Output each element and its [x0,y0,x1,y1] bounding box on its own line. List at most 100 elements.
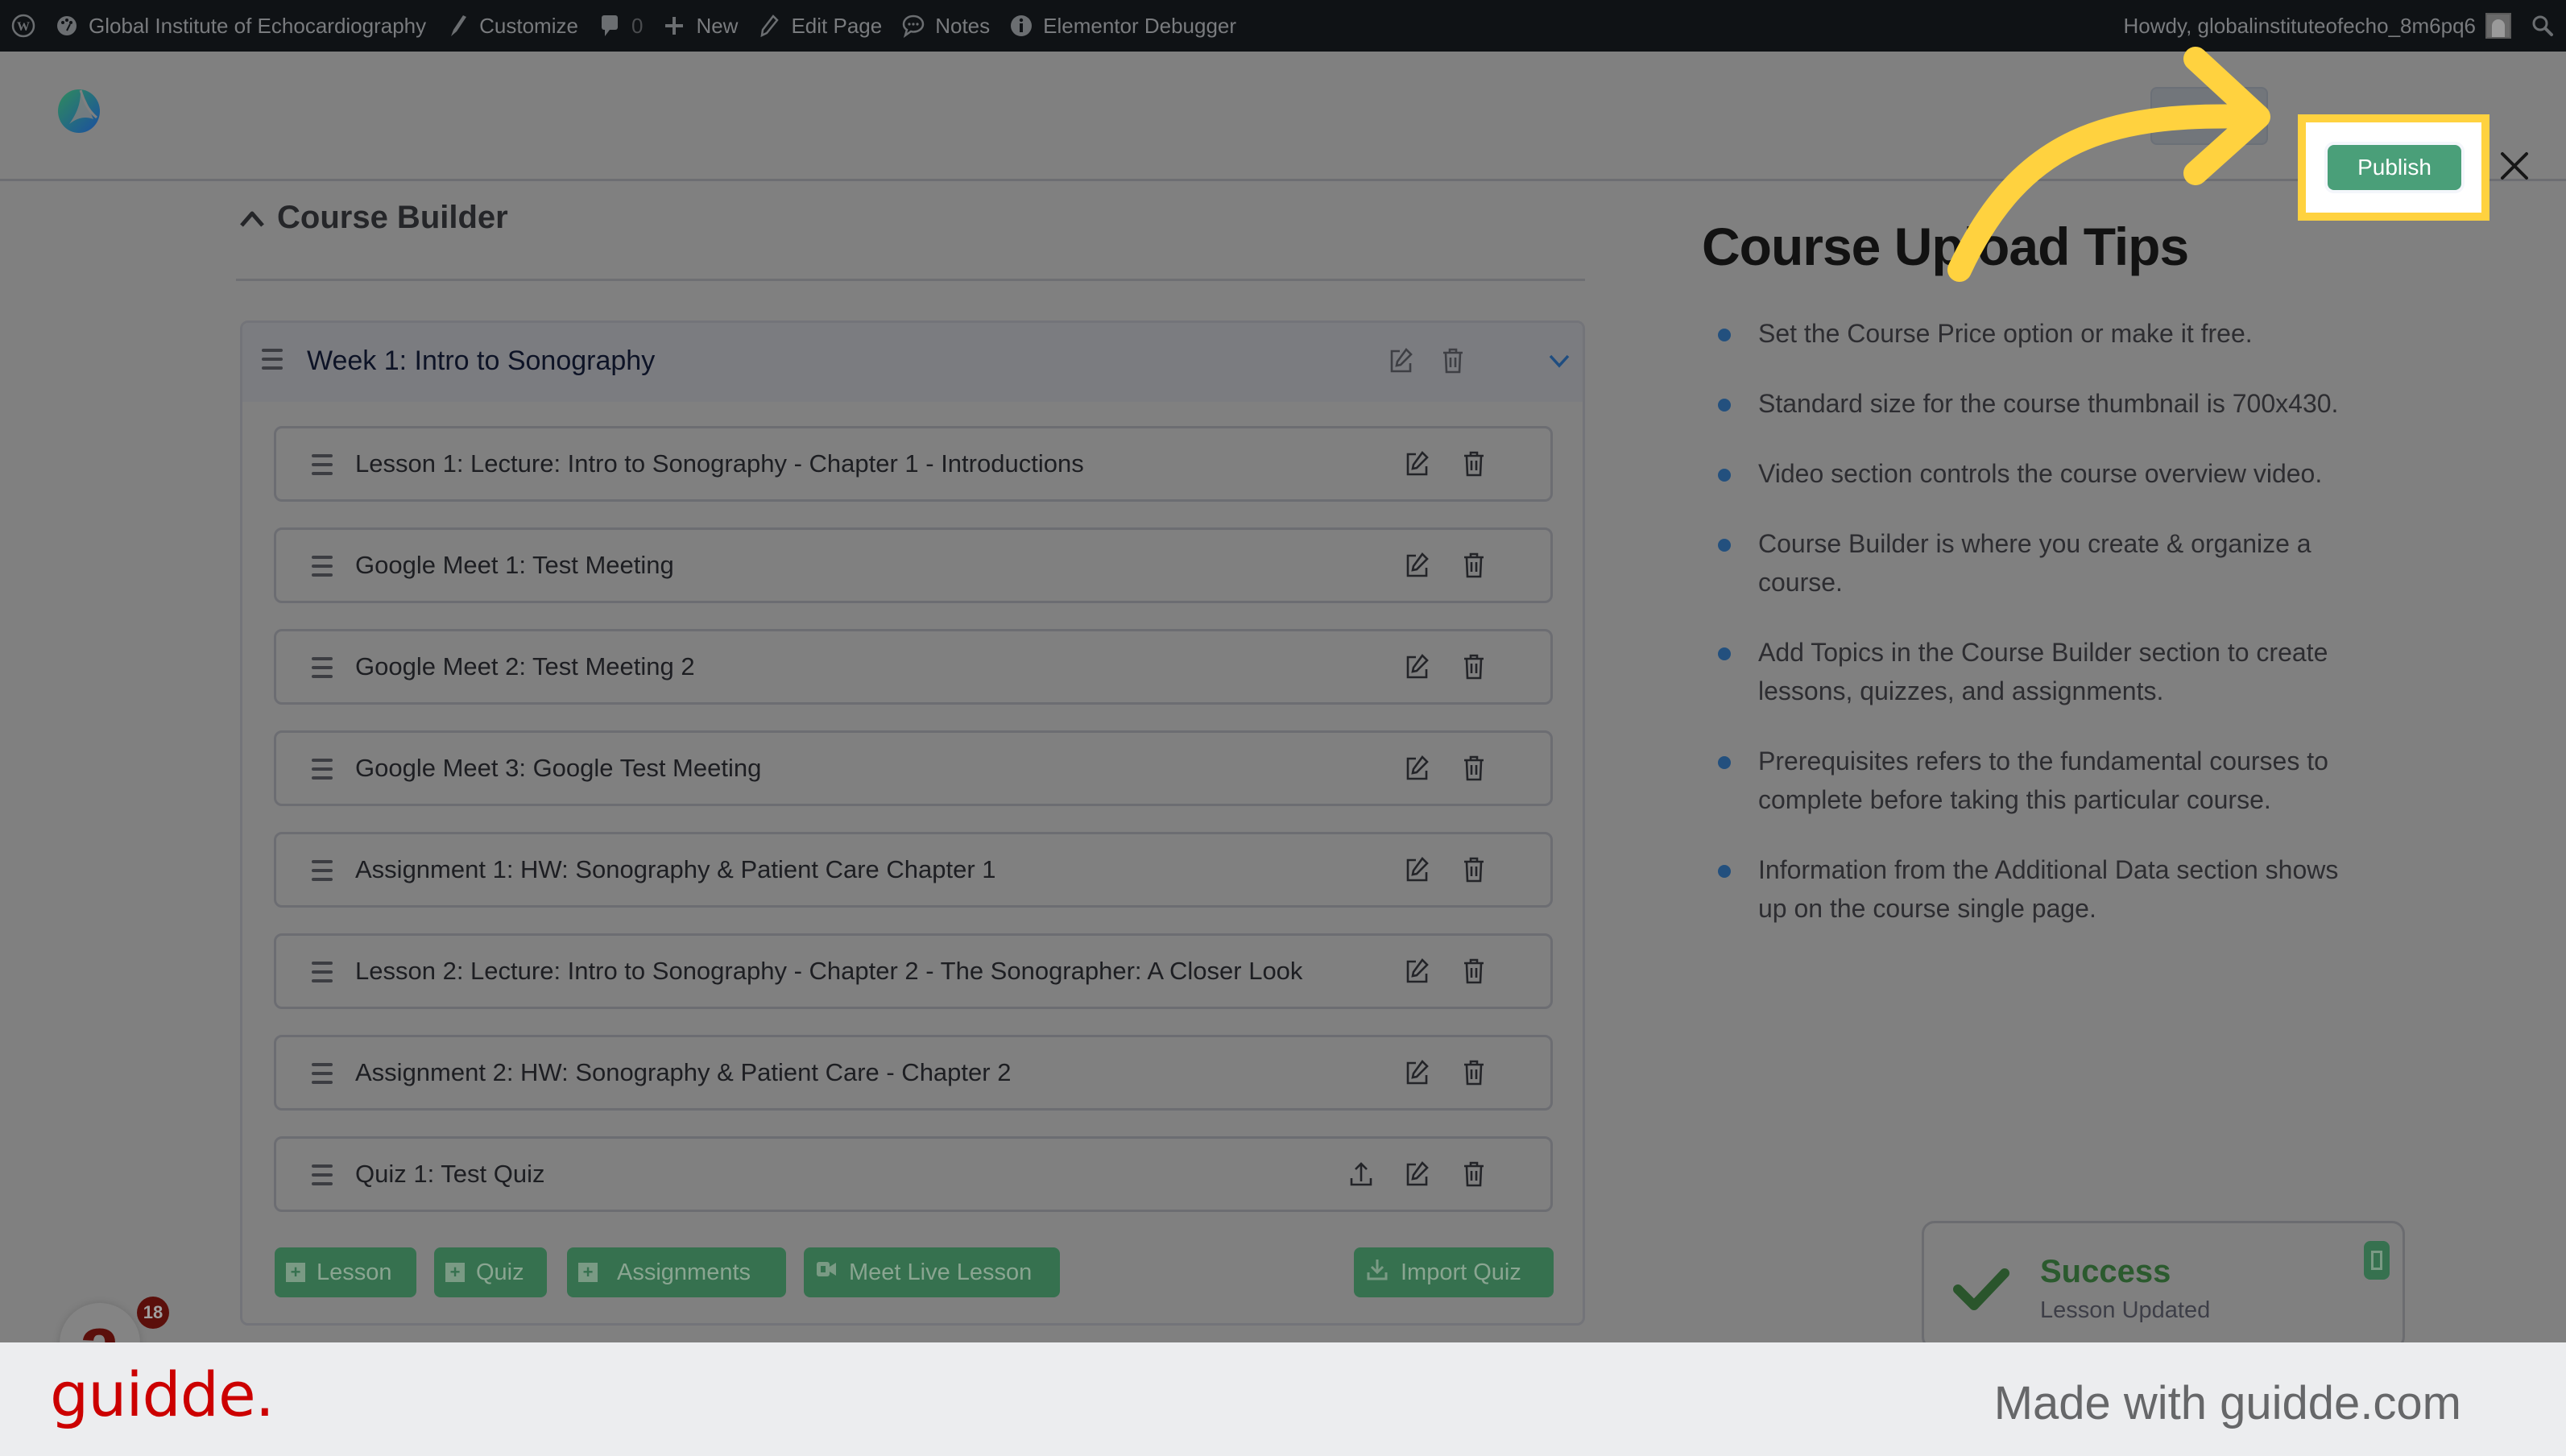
wp-admin-bar: W Global Institute of Echocardiography C… [0,0,2566,52]
delete-icon[interactable] [1460,755,1488,782]
import-quiz-label: Import Quiz [1401,1259,1521,1285]
content-item-row[interactable]: Lesson 1: Lecture: Intro to Sonography -… [274,426,1553,502]
content-item-row[interactable]: Google Meet 3: Google Test Meeting [274,730,1553,806]
info-icon [1009,14,1033,38]
content-item-row[interactable]: Google Meet 2: Test Meeting 2 [274,629,1553,705]
edit-icon[interactable] [1404,1059,1431,1086]
bullet-icon [1718,539,1731,552]
delete-icon[interactable] [1460,1059,1488,1086]
plus-icon: + [578,1262,598,1282]
elementor-debugger-link[interactable]: Elementor Debugger [999,0,1246,52]
drag-handle-icon[interactable] [262,349,283,370]
course-builder-toggle[interactable]: Course Builder [238,200,508,236]
edit-icon[interactable] [1404,856,1431,883]
add-meet-live-lesson-button[interactable]: Meet Live Lesson [804,1247,1060,1297]
my-account-menu[interactable]: Howdy, globalinstituteofecho_8m6pq6 [2114,0,2521,52]
page: W Global Institute of Echocardiography C… [0,0,2566,1456]
pencil-icon [757,14,781,38]
customize-link[interactable]: Customize [436,0,588,52]
delete-icon[interactable] [1460,856,1488,883]
bullet-icon [1718,865,1731,878]
drag-handle-icon[interactable] [312,1063,333,1084]
drag-handle-icon[interactable] [312,657,333,678]
edit-page-link[interactable]: Edit Page [747,0,892,52]
edit-icon[interactable] [1404,552,1431,579]
add-quiz-label: Quiz [476,1259,524,1285]
customize-label: Customize [479,13,578,38]
tip-item: Video section controls the course overvi… [1710,454,2370,493]
chevron-down-icon[interactable] [1546,347,1573,374]
tip-text: Video section controls the course overvi… [1758,459,2323,488]
tip-text: Course Builder is where you create & org… [1758,529,2311,597]
drag-handle-icon[interactable] [312,454,333,475]
close-button[interactable] [2497,147,2532,185]
export-icon[interactable] [1347,1160,1375,1188]
comment-icon [598,14,622,38]
bullet-icon [1718,469,1731,482]
drag-handle-icon[interactable] [312,759,333,780]
add-lesson-button[interactable]: + Lesson [275,1247,416,1297]
notes-link[interactable]: Notes [892,0,999,52]
delete-icon[interactable] [1460,958,1488,985]
content-item-title: Assignment 2: HW: Sonography & Patient C… [355,1058,1012,1086]
site-logo[interactable] [56,89,101,134]
admin-search[interactable] [2521,0,2566,52]
import-quiz-button[interactable]: Import Quiz [1354,1247,1554,1297]
site-name-menu[interactable]: Global Institute of Echocardiography [45,0,436,52]
plus-icon: + [445,1262,465,1282]
delete-icon[interactable] [1439,347,1467,374]
video-camera-icon [815,1259,838,1286]
new-content-menu[interactable]: New [652,0,747,52]
comments-link[interactable]: 0 [588,0,652,52]
success-toast: Success Lesson Updated [1922,1221,2405,1350]
delete-icon[interactable] [1460,653,1488,680]
content-item-row[interactable]: Lesson 2: Lecture: Intro to Sonography -… [274,933,1553,1009]
content-item-title: Quiz 1: Test Quiz [355,1160,545,1188]
bullet-icon [1718,647,1731,660]
divider [236,279,1585,281]
content-item-row[interactable]: Quiz 1: Test Quiz [274,1136,1553,1212]
topic-container: Week 1: Intro to Sonography Lesson 1: Le… [240,321,1585,1326]
publish-button[interactable]: Publish [2328,145,2461,190]
add-meet-live-label: Meet Live Lesson [849,1259,1033,1285]
edit-icon[interactable] [1404,755,1431,782]
delete-icon[interactable] [1460,552,1488,579]
drag-handle-icon[interactable] [312,860,333,881]
search-icon [2531,14,2555,38]
edit-icon[interactable] [1404,958,1431,985]
tips-list: Set the Course Price option or make it f… [1710,314,2370,959]
drag-handle-icon[interactable] [312,556,333,577]
preview-button[interactable]: w [2150,87,2268,145]
content-item-row[interactable]: Assignment 2: HW: Sonography & Patient C… [274,1035,1553,1111]
drag-handle-icon[interactable] [312,1164,333,1185]
guidde-footer: guidde. Made with guidde.com [0,1342,2566,1456]
toast-close-button[interactable] [2364,1241,2390,1280]
delete-icon[interactable] [1460,450,1488,478]
tip-text: Information from the Additional Data sec… [1758,855,2339,923]
course-builder-title: Course Builder [277,200,508,235]
edit-icon[interactable] [1404,450,1431,478]
add-quiz-button[interactable]: + Quiz [434,1247,547,1297]
notification-badge: 18 [137,1297,169,1329]
add-assignments-button[interactable]: + Assignments [567,1247,786,1297]
new-label: New [696,13,739,38]
comments-count: 0 [631,13,644,38]
delete-icon[interactable] [1460,1160,1488,1188]
edit-icon[interactable] [1388,347,1415,374]
add-lesson-label: Lesson [317,1259,392,1285]
edit-icon[interactable] [1404,653,1431,680]
course-editor-header: w Publish [0,52,2566,221]
wp-logo-menu[interactable]: W [0,0,45,52]
content-item-row[interactable]: Assignment 1: HW: Sonography & Patient C… [274,832,1553,908]
topic-header[interactable]: Week 1: Intro to Sonography [242,323,1583,402]
edit-icon[interactable] [1404,1160,1431,1188]
made-with-text: Made with guidde.com [1993,1377,2461,1429]
tips-title: Course Upload Tips [1702,217,2189,276]
preview-label: w [2238,103,2255,128]
tip-item: Set the Course Price option or make it f… [1710,314,2370,353]
download-icon [1365,1257,1389,1288]
drag-handle-icon[interactable] [312,962,333,982]
tip-item: Add Topics in the Course Builder section… [1710,633,2370,710]
content-item-row[interactable]: Google Meet 1: Test Meeting [274,527,1553,603]
bullet-icon [1718,756,1731,769]
